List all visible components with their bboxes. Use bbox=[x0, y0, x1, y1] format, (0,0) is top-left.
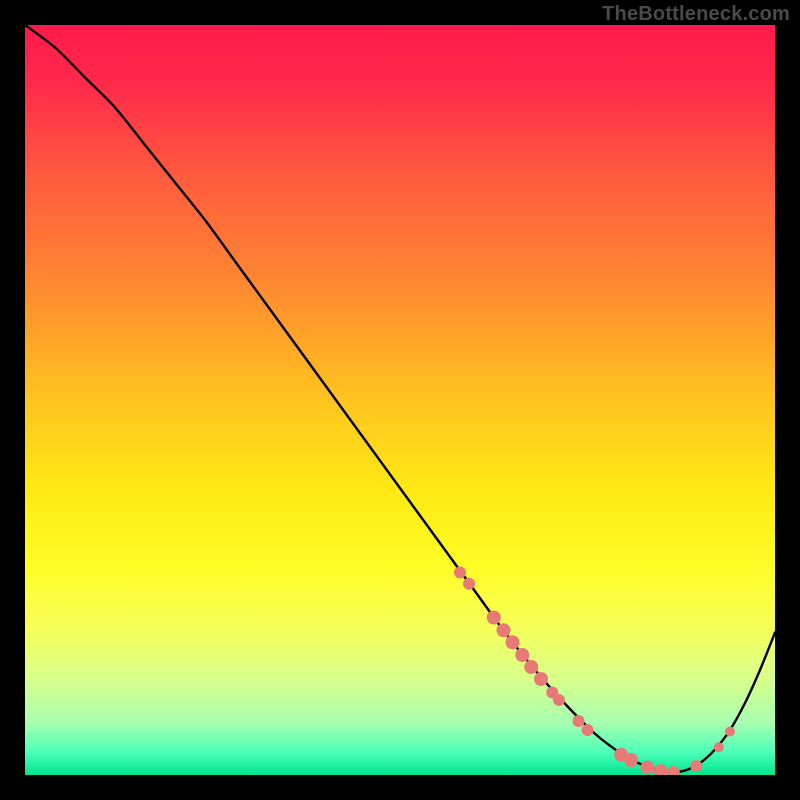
chart-marker bbox=[725, 727, 735, 737]
chart-marker bbox=[582, 724, 594, 736]
chart-marker bbox=[524, 660, 538, 674]
chart-marker bbox=[573, 715, 585, 727]
chart-marker bbox=[641, 761, 655, 775]
chart-marker bbox=[515, 648, 529, 662]
chart-marker bbox=[534, 672, 548, 686]
watermark-text: TheBottleneck.com bbox=[602, 3, 790, 26]
chart-marker bbox=[487, 611, 501, 625]
chart-marker bbox=[553, 694, 565, 706]
chart-marker bbox=[714, 742, 724, 752]
chart-svg bbox=[25, 25, 775, 775]
chart-marker bbox=[690, 760, 702, 772]
chart-container bbox=[25, 25, 775, 775]
chart-marker bbox=[463, 578, 475, 590]
chart-marker bbox=[497, 623, 511, 637]
chart-marker bbox=[506, 635, 520, 649]
chart-marker bbox=[454, 567, 466, 579]
chart-marker bbox=[624, 753, 638, 767]
chart-background bbox=[25, 25, 775, 775]
app-frame: TheBottleneck.com bbox=[0, 0, 800, 800]
